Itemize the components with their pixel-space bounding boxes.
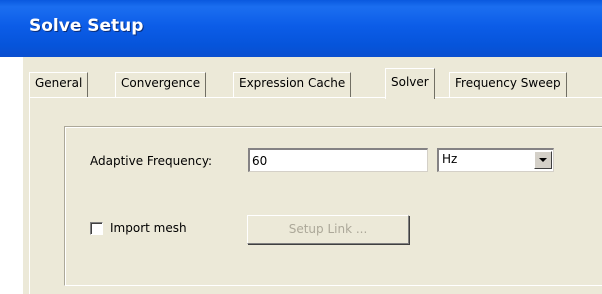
tab-frequency-sweep[interactable]: Frequency Sweep (449, 72, 567, 97)
frequency-unit-select[interactable]: Hz (437, 148, 554, 172)
tab-solver[interactable]: Solver (385, 68, 435, 99)
tab-general[interactable]: General (29, 72, 89, 97)
tab-convergence[interactable]: Convergence (115, 72, 207, 97)
frequency-unit-value: Hz (442, 152, 458, 166)
import-mesh-label[interactable]: Import mesh (110, 221, 187, 235)
setup-link-button[interactable]: Setup Link ... (247, 215, 409, 244)
window-frame (0, 57, 23, 294)
chevron-down-icon (539, 158, 547, 162)
adaptive-frequency-label: Adaptive Frequency: (90, 154, 213, 168)
tab-expression-cache[interactable]: Expression Cache (233, 72, 352, 97)
dropdown-button[interactable] (534, 151, 552, 169)
adaptive-frequency-input[interactable] (248, 148, 428, 172)
import-mesh-checkbox[interactable] (90, 222, 103, 235)
title-bar[interactable]: Solve Setup (0, 0, 602, 57)
solve-setup-dialog: Solve Setup General Convergence Expressi… (0, 0, 602, 294)
window-title: Solve Setup (29, 16, 144, 36)
